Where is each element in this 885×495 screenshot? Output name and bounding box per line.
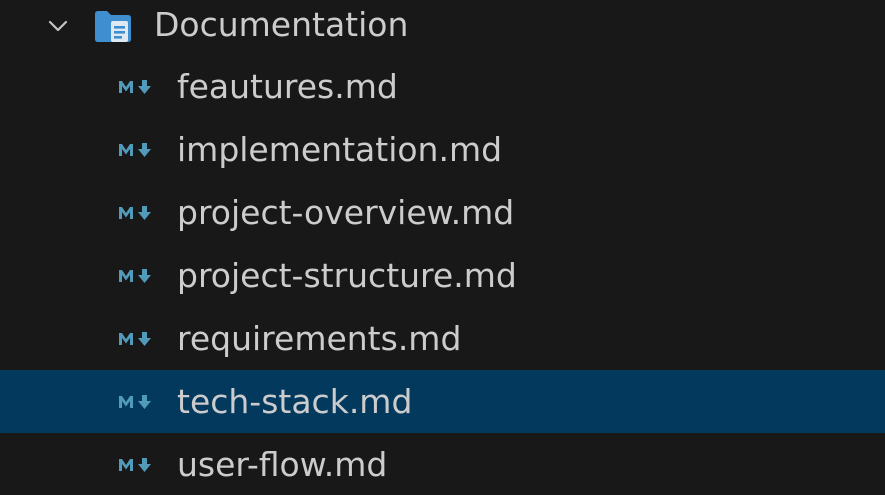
file-label: feautures.md: [177, 67, 398, 106]
tree-file-item[interactable]: feautures.md: [0, 55, 885, 118]
tree-file-item[interactable]: project-structure.md: [0, 244, 885, 307]
file-label: user-flow.md: [177, 445, 388, 484]
chevron-down-icon[interactable]: [44, 12, 72, 40]
tree-file-item[interactable]: implementation.md: [0, 118, 885, 181]
folder-docs-icon: [95, 11, 131, 42]
markdown-icon: [119, 458, 151, 472]
tree-file-item[interactable]: user-flow.md: [0, 433, 885, 495]
file-label: project-overview.md: [177, 193, 515, 232]
folder-label: Documentation: [154, 5, 409, 44]
tree-file-item[interactable]: requirements.md: [0, 307, 885, 370]
file-label: requirements.md: [177, 319, 462, 358]
markdown-icon: [119, 395, 151, 409]
file-label: project-structure.md: [177, 256, 517, 295]
tree-file-item[interactable]: tech-stack.md: [0, 370, 885, 433]
markdown-icon: [119, 269, 151, 283]
tree-file-item[interactable]: project-overview.md: [0, 181, 885, 244]
file-explorer-tree: Documentation feautures.md implementation…: [0, 0, 885, 495]
markdown-icon: [119, 206, 151, 220]
tree-folder-documentation[interactable]: Documentation: [0, 0, 885, 56]
markdown-icon: [119, 143, 151, 157]
markdown-icon: [119, 80, 151, 94]
file-label: tech-stack.md: [177, 382, 413, 421]
file-label: implementation.md: [177, 130, 503, 169]
markdown-icon: [119, 332, 151, 346]
